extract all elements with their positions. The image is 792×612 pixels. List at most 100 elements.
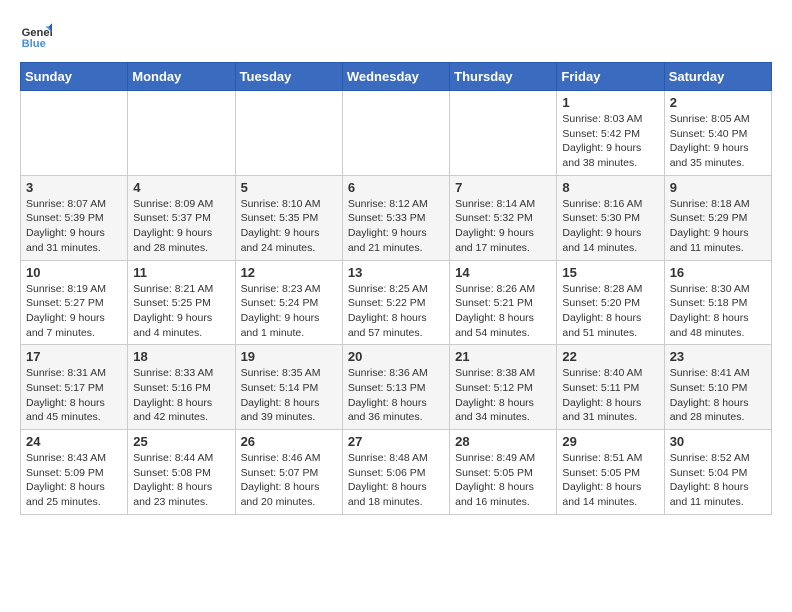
day-cell: 29 Sunrise: 8:51 AMSunset: 5:05 PMDayligh… (557, 430, 664, 515)
day-cell: 1 Sunrise: 8:03 AMSunset: 5:42 PMDaylight… (557, 91, 664, 176)
day-info: Sunrise: 8:44 AMSunset: 5:08 PMDaylight:… (133, 451, 229, 510)
week-row-5: 24 Sunrise: 8:43 AMSunset: 5:09 PMDayligh… (21, 430, 772, 515)
day-number: 25 (133, 434, 229, 449)
day-info: Sunrise: 8:30 AMSunset: 5:18 PMDaylight:… (670, 282, 766, 341)
day-cell: 24 Sunrise: 8:43 AMSunset: 5:09 PMDayligh… (21, 430, 128, 515)
day-number: 20 (348, 349, 444, 364)
day-info: Sunrise: 8:03 AMSunset: 5:42 PMDaylight:… (562, 112, 658, 171)
day-number: 1 (562, 95, 658, 110)
header-sunday: Sunday (21, 63, 128, 91)
day-number: 10 (26, 265, 122, 280)
day-number: 5 (241, 180, 337, 195)
day-info: Sunrise: 8:16 AMSunset: 5:30 PMDaylight:… (562, 197, 658, 256)
day-info: Sunrise: 8:43 AMSunset: 5:09 PMDaylight:… (26, 451, 122, 510)
day-cell: 2 Sunrise: 8:05 AMSunset: 5:40 PMDaylight… (664, 91, 771, 176)
day-number: 22 (562, 349, 658, 364)
day-info: Sunrise: 8:09 AMSunset: 5:37 PMDaylight:… (133, 197, 229, 256)
day-info: Sunrise: 8:52 AMSunset: 5:04 PMDaylight:… (670, 451, 766, 510)
day-number: 4 (133, 180, 229, 195)
day-info: Sunrise: 8:07 AMSunset: 5:39 PMDaylight:… (26, 197, 122, 256)
day-info: Sunrise: 8:05 AMSunset: 5:40 PMDaylight:… (670, 112, 766, 171)
day-info: Sunrise: 8:40 AMSunset: 5:11 PMDaylight:… (562, 366, 658, 425)
day-cell: 23 Sunrise: 8:41 AMSunset: 5:10 PMDayligh… (664, 345, 771, 430)
day-cell: 11Sunrise: 8:21 AMSunset: 5:25 PMDayligh… (128, 260, 235, 345)
day-cell: 13 Sunrise: 8:25 AMSunset: 5:22 PMDayligh… (342, 260, 449, 345)
day-cell (342, 91, 449, 176)
day-number: 23 (670, 349, 766, 364)
day-info: Sunrise: 8:25 AMSunset: 5:22 PMDaylight:… (348, 282, 444, 341)
day-cell: 8 Sunrise: 8:16 AMSunset: 5:30 PMDaylight… (557, 175, 664, 260)
day-info: Sunrise: 8:28 AMSunset: 5:20 PMDaylight:… (562, 282, 658, 341)
day-info: Sunrise: 8:41 AMSunset: 5:10 PMDaylight:… (670, 366, 766, 425)
day-cell: 19Sunrise: 8:35 AMSunset: 5:14 PMDayligh… (235, 345, 342, 430)
day-number: 15 (562, 265, 658, 280)
day-number: 9 (670, 180, 766, 195)
svg-text:General: General (22, 27, 52, 39)
day-info: Sunrise: 8:23 AMSunset: 5:24 PMDaylight:… (241, 282, 337, 341)
day-number: 6 (348, 180, 444, 195)
day-number: 29 (562, 434, 658, 449)
svg-text:Blue: Blue (22, 38, 46, 50)
day-cell: 27 Sunrise: 8:48 AMSunset: 5:06 PMDayligh… (342, 430, 449, 515)
day-cell: 28 Sunrise: 8:49 AMSunset: 5:05 PMDayligh… (450, 430, 557, 515)
day-number: 19 (241, 349, 337, 364)
day-info: Sunrise: 8:14 AMSunset: 5:32 PMDaylight:… (455, 197, 551, 256)
header-monday: Monday (128, 63, 235, 91)
day-number: 8 (562, 180, 658, 195)
day-cell: 3 Sunrise: 8:07 AMSunset: 5:39 PMDaylight… (21, 175, 128, 260)
day-number: 24 (26, 434, 122, 449)
day-cell: 15 Sunrise: 8:28 AMSunset: 5:20 PMDayligh… (557, 260, 664, 345)
day-number: 2 (670, 95, 766, 110)
day-cell: 18 Sunrise: 8:33 AMSunset: 5:16 PMDayligh… (128, 345, 235, 430)
day-info: Sunrise: 8:48 AMSunset: 5:06 PMDaylight:… (348, 451, 444, 510)
week-row-1: 1 Sunrise: 8:03 AMSunset: 5:42 PMDaylight… (21, 91, 772, 176)
day-cell: 30 Sunrise: 8:52 AMSunset: 5:04 PMDayligh… (664, 430, 771, 515)
day-number: 28 (455, 434, 551, 449)
day-cell: 14Sunrise: 8:26 AMSunset: 5:21 PMDayligh… (450, 260, 557, 345)
week-row-3: 10 Sunrise: 8:19 AMSunset: 5:27 PMDayligh… (21, 260, 772, 345)
day-cell: 6Sunrise: 8:12 AMSunset: 5:33 PMDaylight… (342, 175, 449, 260)
day-info: Sunrise: 8:19 AMSunset: 5:27 PMDaylight:… (26, 282, 122, 341)
day-info: Sunrise: 8:18 AMSunset: 5:29 PMDaylight:… (670, 197, 766, 256)
day-cell: 4 Sunrise: 8:09 AMSunset: 5:37 PMDaylight… (128, 175, 235, 260)
day-number: 16 (670, 265, 766, 280)
day-info: Sunrise: 8:33 AMSunset: 5:16 PMDaylight:… (133, 366, 229, 425)
day-info: Sunrise: 8:38 AMSunset: 5:12 PMDaylight:… (455, 366, 551, 425)
header-row: SundayMondayTuesdayWednesdayThursdayFrid… (21, 63, 772, 91)
day-number: 11 (133, 265, 229, 280)
day-info: Sunrise: 8:49 AMSunset: 5:05 PMDaylight:… (455, 451, 551, 510)
header-tuesday: Tuesday (235, 63, 342, 91)
day-number: 13 (348, 265, 444, 280)
day-number: 3 (26, 180, 122, 195)
day-cell: 9 Sunrise: 8:18 AMSunset: 5:29 PMDaylight… (664, 175, 771, 260)
day-cell: 12 Sunrise: 8:23 AMSunset: 5:24 PMDayligh… (235, 260, 342, 345)
day-cell: 5 Sunrise: 8:10 AMSunset: 5:35 PMDaylight… (235, 175, 342, 260)
day-info: Sunrise: 8:36 AMSunset: 5:13 PMDaylight:… (348, 366, 444, 425)
day-number: 17 (26, 349, 122, 364)
page-header: General Blue (20, 20, 772, 52)
day-info: Sunrise: 8:31 AMSunset: 5:17 PMDaylight:… (26, 366, 122, 425)
day-cell: 25 Sunrise: 8:44 AMSunset: 5:08 PMDayligh… (128, 430, 235, 515)
day-cell: 21Sunrise: 8:38 AMSunset: 5:12 PMDayligh… (450, 345, 557, 430)
day-cell: 10 Sunrise: 8:19 AMSunset: 5:27 PMDayligh… (21, 260, 128, 345)
day-number: 12 (241, 265, 337, 280)
day-cell: 26Sunrise: 8:46 AMSunset: 5:07 PMDayligh… (235, 430, 342, 515)
day-info: Sunrise: 8:10 AMSunset: 5:35 PMDaylight:… (241, 197, 337, 256)
header-saturday: Saturday (664, 63, 771, 91)
day-cell: 16 Sunrise: 8:30 AMSunset: 5:18 PMDayligh… (664, 260, 771, 345)
header-friday: Friday (557, 63, 664, 91)
week-row-4: 17 Sunrise: 8:31 AMSunset: 5:17 PMDayligh… (21, 345, 772, 430)
day-number: 27 (348, 434, 444, 449)
day-cell (450, 91, 557, 176)
logo: General Blue (20, 20, 56, 52)
day-number: 14 (455, 265, 551, 280)
day-cell: 7 Sunrise: 8:14 AMSunset: 5:32 PMDaylight… (450, 175, 557, 260)
logo-icon: General Blue (20, 20, 52, 52)
day-number: 30 (670, 434, 766, 449)
day-info: Sunrise: 8:51 AMSunset: 5:05 PMDaylight:… (562, 451, 658, 510)
day-info: Sunrise: 8:46 AMSunset: 5:07 PMDaylight:… (241, 451, 337, 510)
header-wednesday: Wednesday (342, 63, 449, 91)
day-number: 7 (455, 180, 551, 195)
day-number: 18 (133, 349, 229, 364)
day-cell (21, 91, 128, 176)
